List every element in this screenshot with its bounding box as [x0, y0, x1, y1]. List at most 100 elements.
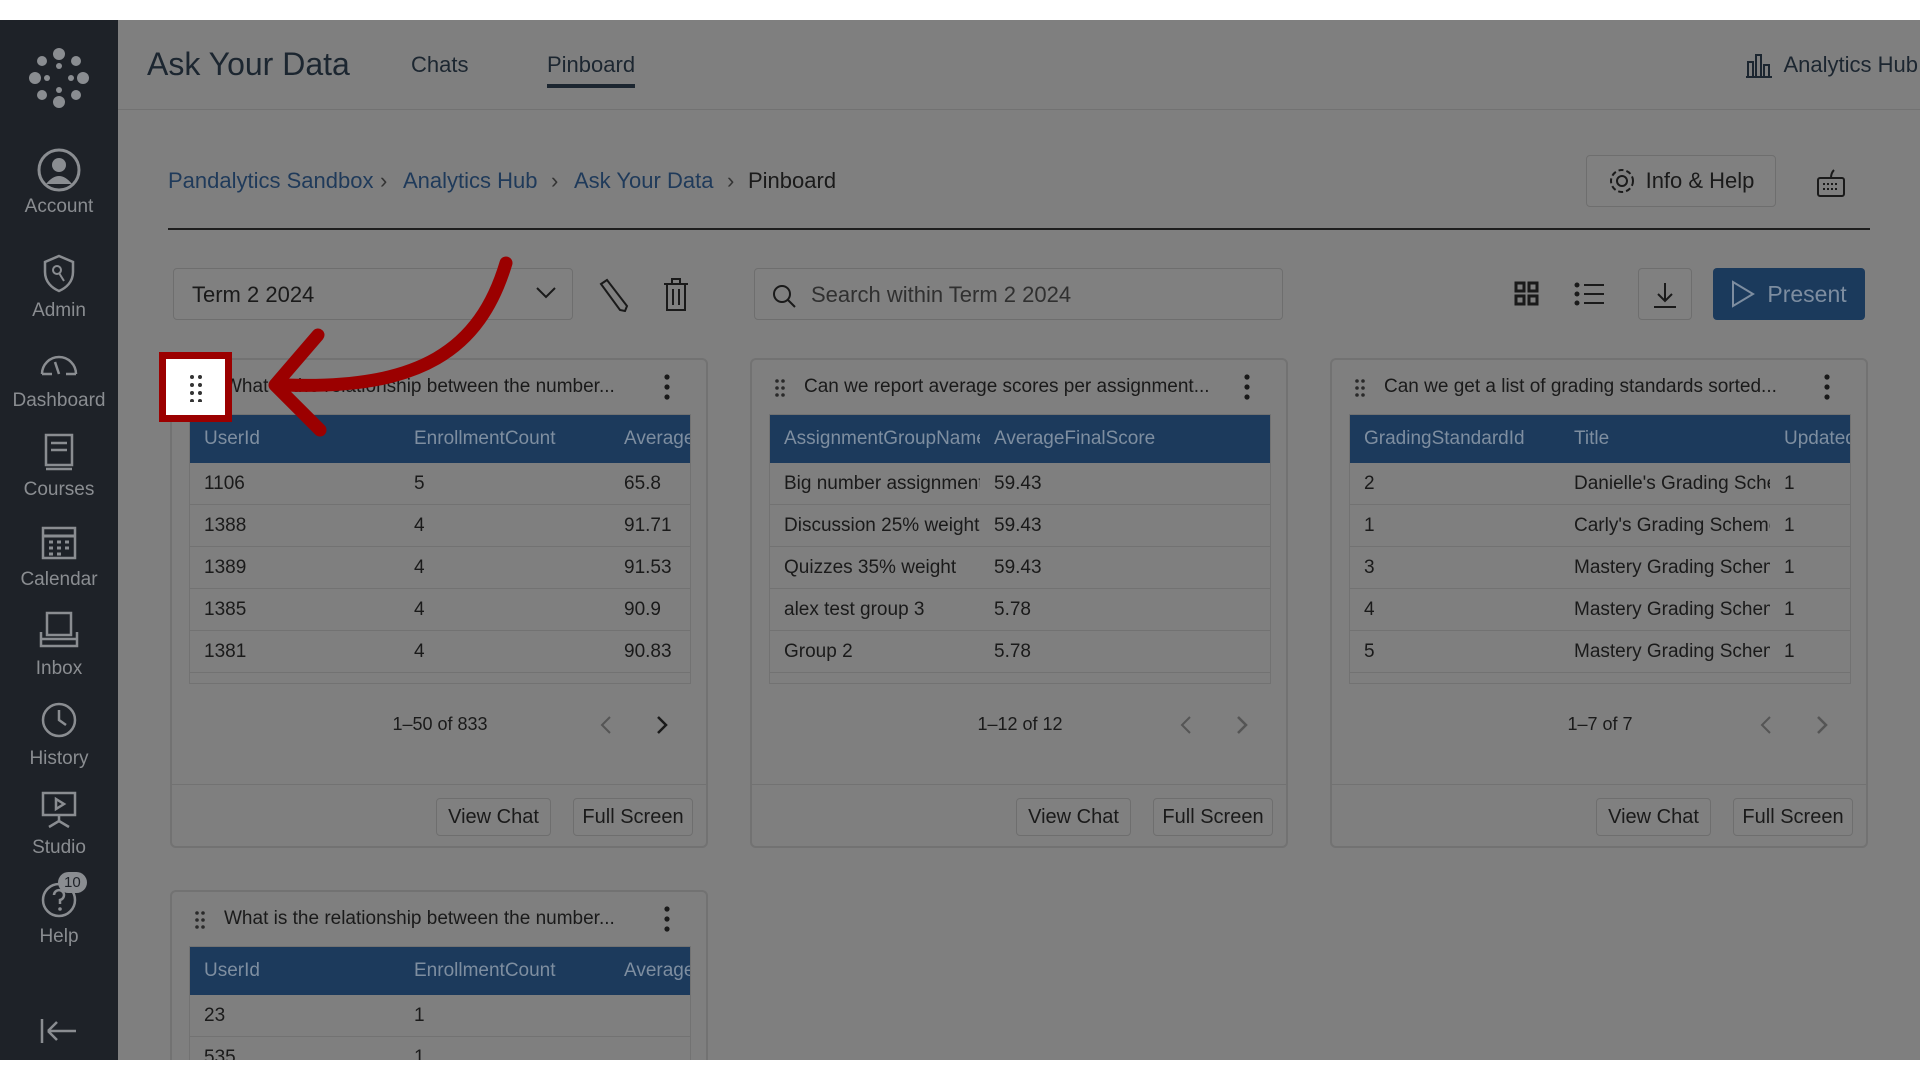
app: Account Admin Dashboard Courses Calendar Inbo… [0, 20, 1920, 1060]
more-options-icon[interactable] [664, 374, 670, 400]
next-page-icon[interactable] [1816, 716, 1828, 734]
next-page-icon[interactable] [1236, 716, 1248, 734]
table-row: 3 Mastery Grading Scheme 1 [1350, 547, 1850, 589]
previous-page-icon[interactable] [1180, 716, 1192, 734]
data-table[interactable]: UserId EnrollmentCount Average 1106 5 65.8 138… [189, 414, 691, 684]
next-page-icon[interactable] [656, 716, 668, 734]
card-title: Can we get a list of grading standards s… [1384, 376, 1777, 397]
table-cell: 59.43 [994, 514, 1042, 536]
sidebar-item-history[interactable]: History [0, 700, 118, 770]
table-cell: 1 [1784, 556, 1795, 578]
term-select[interactable]: Term 2 2024 [173, 268, 573, 320]
page-title: Ask Your Data [147, 46, 350, 82]
column-header[interactable]: Average [610, 428, 690, 450]
sidebar-item-calendar[interactable]: Calendar [0, 521, 118, 591]
sidebar-item-inbox[interactable]: Inbox [0, 610, 118, 680]
table-cell: 5.78 [994, 598, 1031, 620]
drag-handle-icon[interactable] [774, 378, 786, 400]
table-row: 1385 4 90.9 [190, 589, 690, 631]
sidebar-item-admin[interactable]: Admin [0, 252, 118, 322]
sidebar-item-studio[interactable]: Studio [0, 789, 118, 859]
drag-handle-icon[interactable] [189, 374, 203, 402]
breadcrumb-analytics-hub[interactable]: Analytics Hub [403, 168, 538, 194]
bar-chart-icon [1746, 54, 1773, 78]
present-button[interactable]: Present [1713, 268, 1865, 320]
table-cell: Discussion 25% weight [784, 514, 980, 536]
column-header[interactable]: UserId [190, 960, 400, 982]
breadcrumb-ask-your-data[interactable]: Ask Your Data [574, 168, 713, 194]
table-cell: 2 [1364, 472, 1375, 494]
admin-icon [43, 254, 75, 293]
download-button[interactable] [1638, 268, 1692, 320]
column-header[interactable]: AverageFinalScore [980, 428, 1190, 450]
download-icon [1654, 283, 1676, 308]
pinboard-card: What is the relationship between the num… [170, 358, 708, 848]
sidebar-item-dashboard[interactable]: Dashboard [0, 342, 118, 412]
column-header[interactable]: Average [610, 960, 690, 982]
breadcrumb-pandalytics-sandbox[interactable]: Pandalytics Sandbox [168, 168, 373, 194]
grid-view-icon[interactable] [1514, 280, 1540, 308]
column-header[interactable]: Updated [1770, 428, 1850, 450]
dashboard-icon [40, 355, 78, 376]
full-screen-button[interactable]: Full Screen [1733, 798, 1853, 836]
table-header: AssignmentGroupName AverageFinalScore [770, 415, 1270, 463]
column-header[interactable]: GradingStandardId [1350, 428, 1560, 450]
list-view-icon[interactable] [1574, 282, 1606, 306]
table-cell: 4 [414, 640, 425, 662]
previous-page-icon[interactable] [1760, 716, 1772, 734]
pencil-icon[interactable] [597, 278, 629, 312]
table-cell: 4 [414, 514, 425, 536]
pinboard-card: Can we get a list of grading standards s… [1330, 358, 1868, 848]
divider [1332, 784, 1866, 785]
more-options-icon[interactable] [664, 906, 670, 932]
data-table[interactable]: UserId EnrollmentCount Average 23 1 535 1 [189, 946, 691, 1060]
analytics-hub-label: Analytics Hub [1783, 52, 1918, 77]
tab-chats[interactable]: Chats [411, 52, 468, 78]
previous-page-icon[interactable] [600, 716, 612, 734]
info-help-button[interactable]: Info & Help [1586, 155, 1776, 207]
column-header[interactable]: UserId [190, 428, 400, 450]
table-cell: 91.53 [624, 556, 672, 578]
sidebar-item-label: Help [39, 926, 79, 947]
notification-badge: 10 [58, 872, 87, 893]
drag-handle-icon[interactable] [1354, 378, 1366, 400]
top-header: Ask Your Data Chats Pinboard Analytics H… [118, 20, 1920, 110]
collapse-sidebar-icon[interactable] [40, 1017, 78, 1045]
trash-icon[interactable] [662, 276, 690, 312]
pagination-label: 1–7 of 7 [1567, 714, 1633, 734]
table-cell: 91.71 [624, 514, 672, 536]
keyboard-icon[interactable] [1816, 168, 1846, 200]
canvas-logo-icon[interactable] [29, 48, 89, 108]
table-row: Quizzes 35% weight 59.43 [770, 547, 1270, 589]
column-header[interactable]: EnrollmentCount [400, 428, 610, 450]
table-cell: 1 [1364, 514, 1375, 536]
full-screen-button[interactable]: Full Screen [1153, 798, 1273, 836]
drag-handle-icon[interactable] [194, 910, 206, 932]
breadcrumb-separator-icon: › [380, 168, 388, 193]
play-icon [1732, 280, 1756, 308]
tab-pinboard[interactable]: Pinboard [547, 52, 636, 88]
table-cell: Mastery Grading Scheme [1574, 640, 1770, 662]
full-screen-button[interactable]: Full Screen [573, 798, 693, 836]
search-input[interactable]: Search within Term 2 2024 [754, 268, 1283, 320]
analytics-hub-link[interactable]: Analytics Hub [1745, 52, 1918, 78]
sidebar-item-help[interactable]: Help 10 [0, 872, 118, 948]
column-header[interactable]: AssignmentGroupName [770, 428, 980, 450]
sidebar-item-account[interactable]: Account [0, 148, 118, 218]
view-chat-button[interactable]: View Chat [436, 798, 551, 836]
view-chat-button[interactable]: View Chat [1016, 798, 1131, 836]
sidebar-item-courses[interactable]: Courses [0, 431, 118, 501]
more-options-icon[interactable] [1824, 374, 1830, 400]
more-options-icon[interactable] [1244, 374, 1250, 400]
table-row: 1381 4 90.83 [190, 631, 690, 673]
table-row: 5 Mastery Grading Scheme 1 [1350, 631, 1850, 673]
table-cell: alex test group 3 [784, 598, 925, 620]
column-header[interactable]: EnrollmentCount [400, 960, 610, 982]
table-row: 23 1 [190, 995, 690, 1037]
column-header[interactable]: Title [1560, 428, 1770, 450]
data-table[interactable]: AssignmentGroupName AverageFinalScore Big … [769, 414, 1271, 684]
data-table[interactable]: GradingStandardId Title Updated 2 Danielle's… [1349, 414, 1851, 684]
table-cell: 4 [414, 598, 425, 620]
table-row: 1389 4 91.53 [190, 547, 690, 589]
view-chat-button[interactable]: View Chat [1596, 798, 1711, 836]
